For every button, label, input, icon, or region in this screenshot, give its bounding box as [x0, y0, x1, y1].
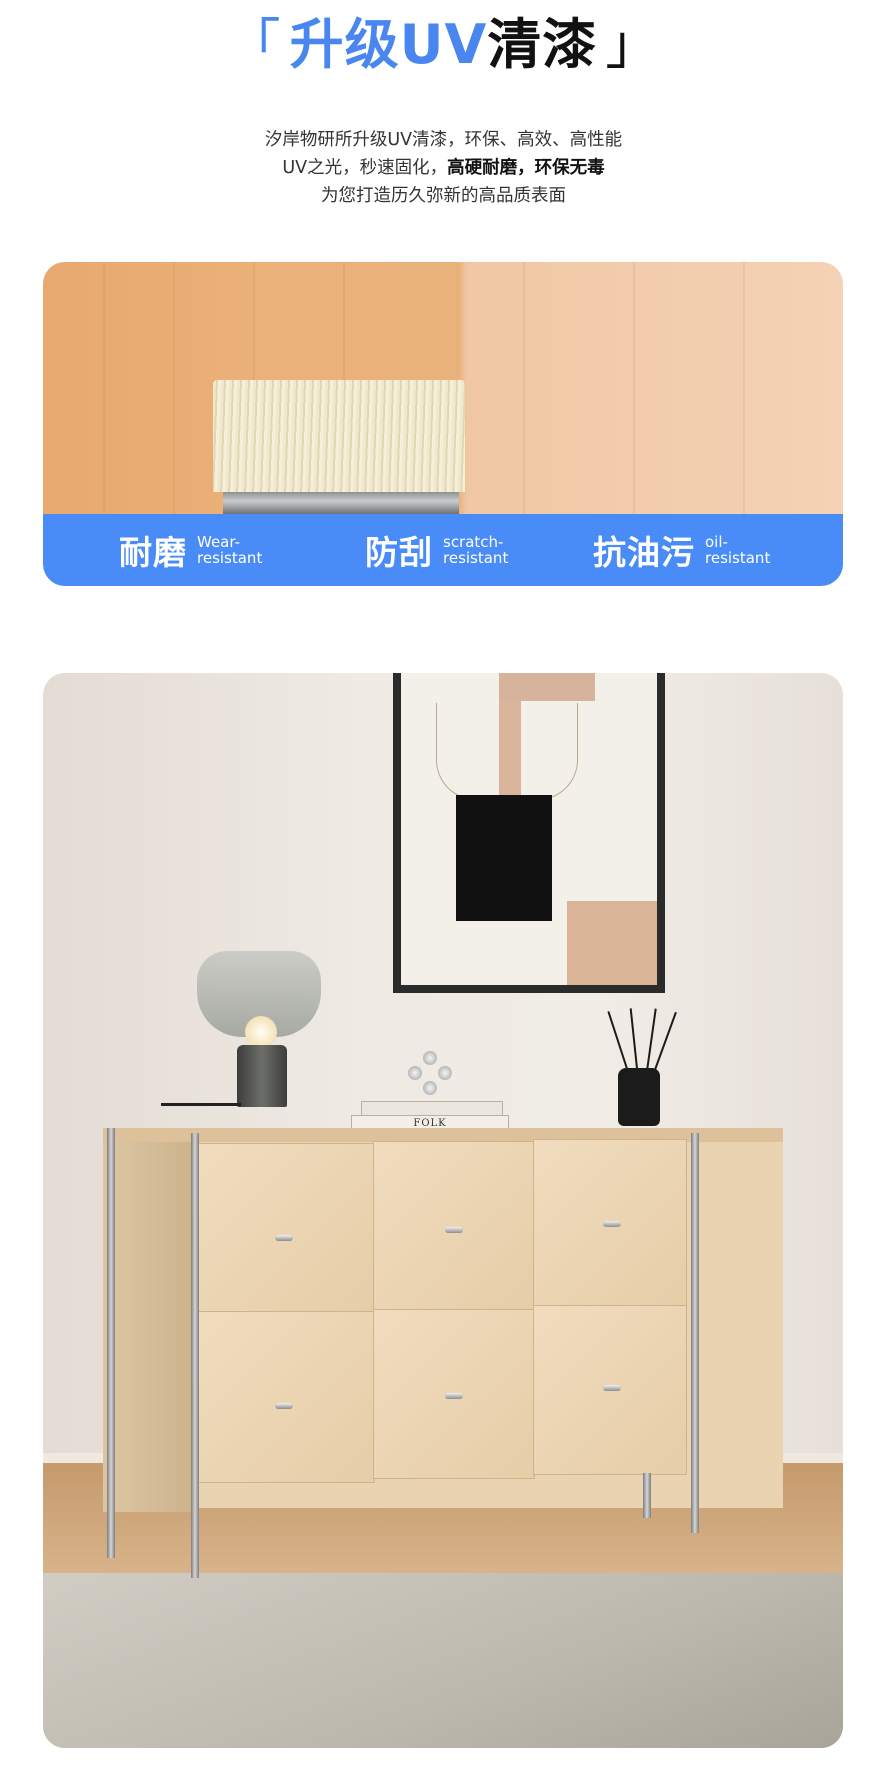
- cabinet-leg: [107, 1128, 115, 1558]
- cabinet-leg: [691, 1133, 699, 1533]
- brush-bristles-image: [213, 380, 465, 492]
- feature-scratch-cn: 防刮: [365, 533, 433, 572]
- cabinet-leg: [643, 1473, 651, 1518]
- intro-line-1: 汐岸物研所升级UV清漆，环保、高效、高性能: [264, 130, 623, 150]
- title-highlight: 升级UV: [289, 13, 488, 76]
- cabinet-leg: [191, 1133, 199, 1578]
- drawer-knob: [445, 1227, 463, 1233]
- feature-oil-cn: 抗油污: [593, 533, 695, 572]
- feature-wear-cn: 耐磨: [119, 533, 187, 572]
- drawer-knob: [603, 1221, 621, 1227]
- drawer-knob: [603, 1385, 621, 1391]
- drawer-knob: [275, 1235, 293, 1241]
- intro-line-2: UV之光，秒速固化，高硬耐磨，环保无毒: [0, 154, 887, 182]
- title-dark: 清漆: [487, 13, 598, 76]
- cabinet-side: [103, 1142, 195, 1512]
- drawer-knob: [275, 1403, 293, 1409]
- intro-line-2-normal: UV之光，秒速固化，: [282, 158, 448, 178]
- rug: [43, 1573, 843, 1748]
- feature-scratch: 防刮 scratch- resistant: [365, 514, 508, 586]
- page-title: 「升级UV清漆」: [0, 10, 887, 80]
- title-close-bracket: 」: [605, 13, 661, 76]
- wall-art-frame: [393, 673, 665, 993]
- intro-text: 汐岸物研所升级UV清漆，环保、高效、高性能 UV之光，秒速固化，高硬耐磨，环保无…: [0, 126, 887, 210]
- drawer: [373, 1141, 535, 1311]
- feature-oil: 抗油污 oil- resistant: [593, 514, 770, 586]
- drawer-knob: [445, 1393, 463, 1399]
- wall-art-canvas: [401, 673, 657, 985]
- feature-wear: 耐磨 Wear- resistant: [119, 514, 262, 586]
- decor-sculpture: [408, 1051, 452, 1095]
- feature-oil-en: oil- resistant: [705, 533, 771, 567]
- brush-feature-panel: 耐磨 Wear- resistant 防刮 scratch- resistant…: [43, 262, 843, 586]
- intro-line-2-bold: 高硬耐磨，环保无毒: [447, 158, 605, 178]
- room-scene-image: FOLK: [43, 673, 843, 1748]
- lamp-bulb: [245, 1016, 277, 1048]
- brush-ferrule-image: [223, 492, 459, 514]
- lamp-base: [237, 1045, 287, 1107]
- feature-scratch-en: scratch- resistant: [443, 533, 509, 567]
- reed-diffuser: [618, 1068, 660, 1126]
- intro-line-3: 为您打造历久弥新的高品质表面: [321, 186, 566, 206]
- feature-band: 耐磨 Wear- resistant 防刮 scratch- resistant…: [43, 514, 843, 586]
- drawer: [195, 1311, 375, 1483]
- lamp-cord: [161, 1103, 241, 1106]
- feature-wear-en: Wear- resistant: [197, 533, 263, 567]
- drawer: [195, 1143, 375, 1313]
- title-open-bracket: 「: [226, 13, 282, 76]
